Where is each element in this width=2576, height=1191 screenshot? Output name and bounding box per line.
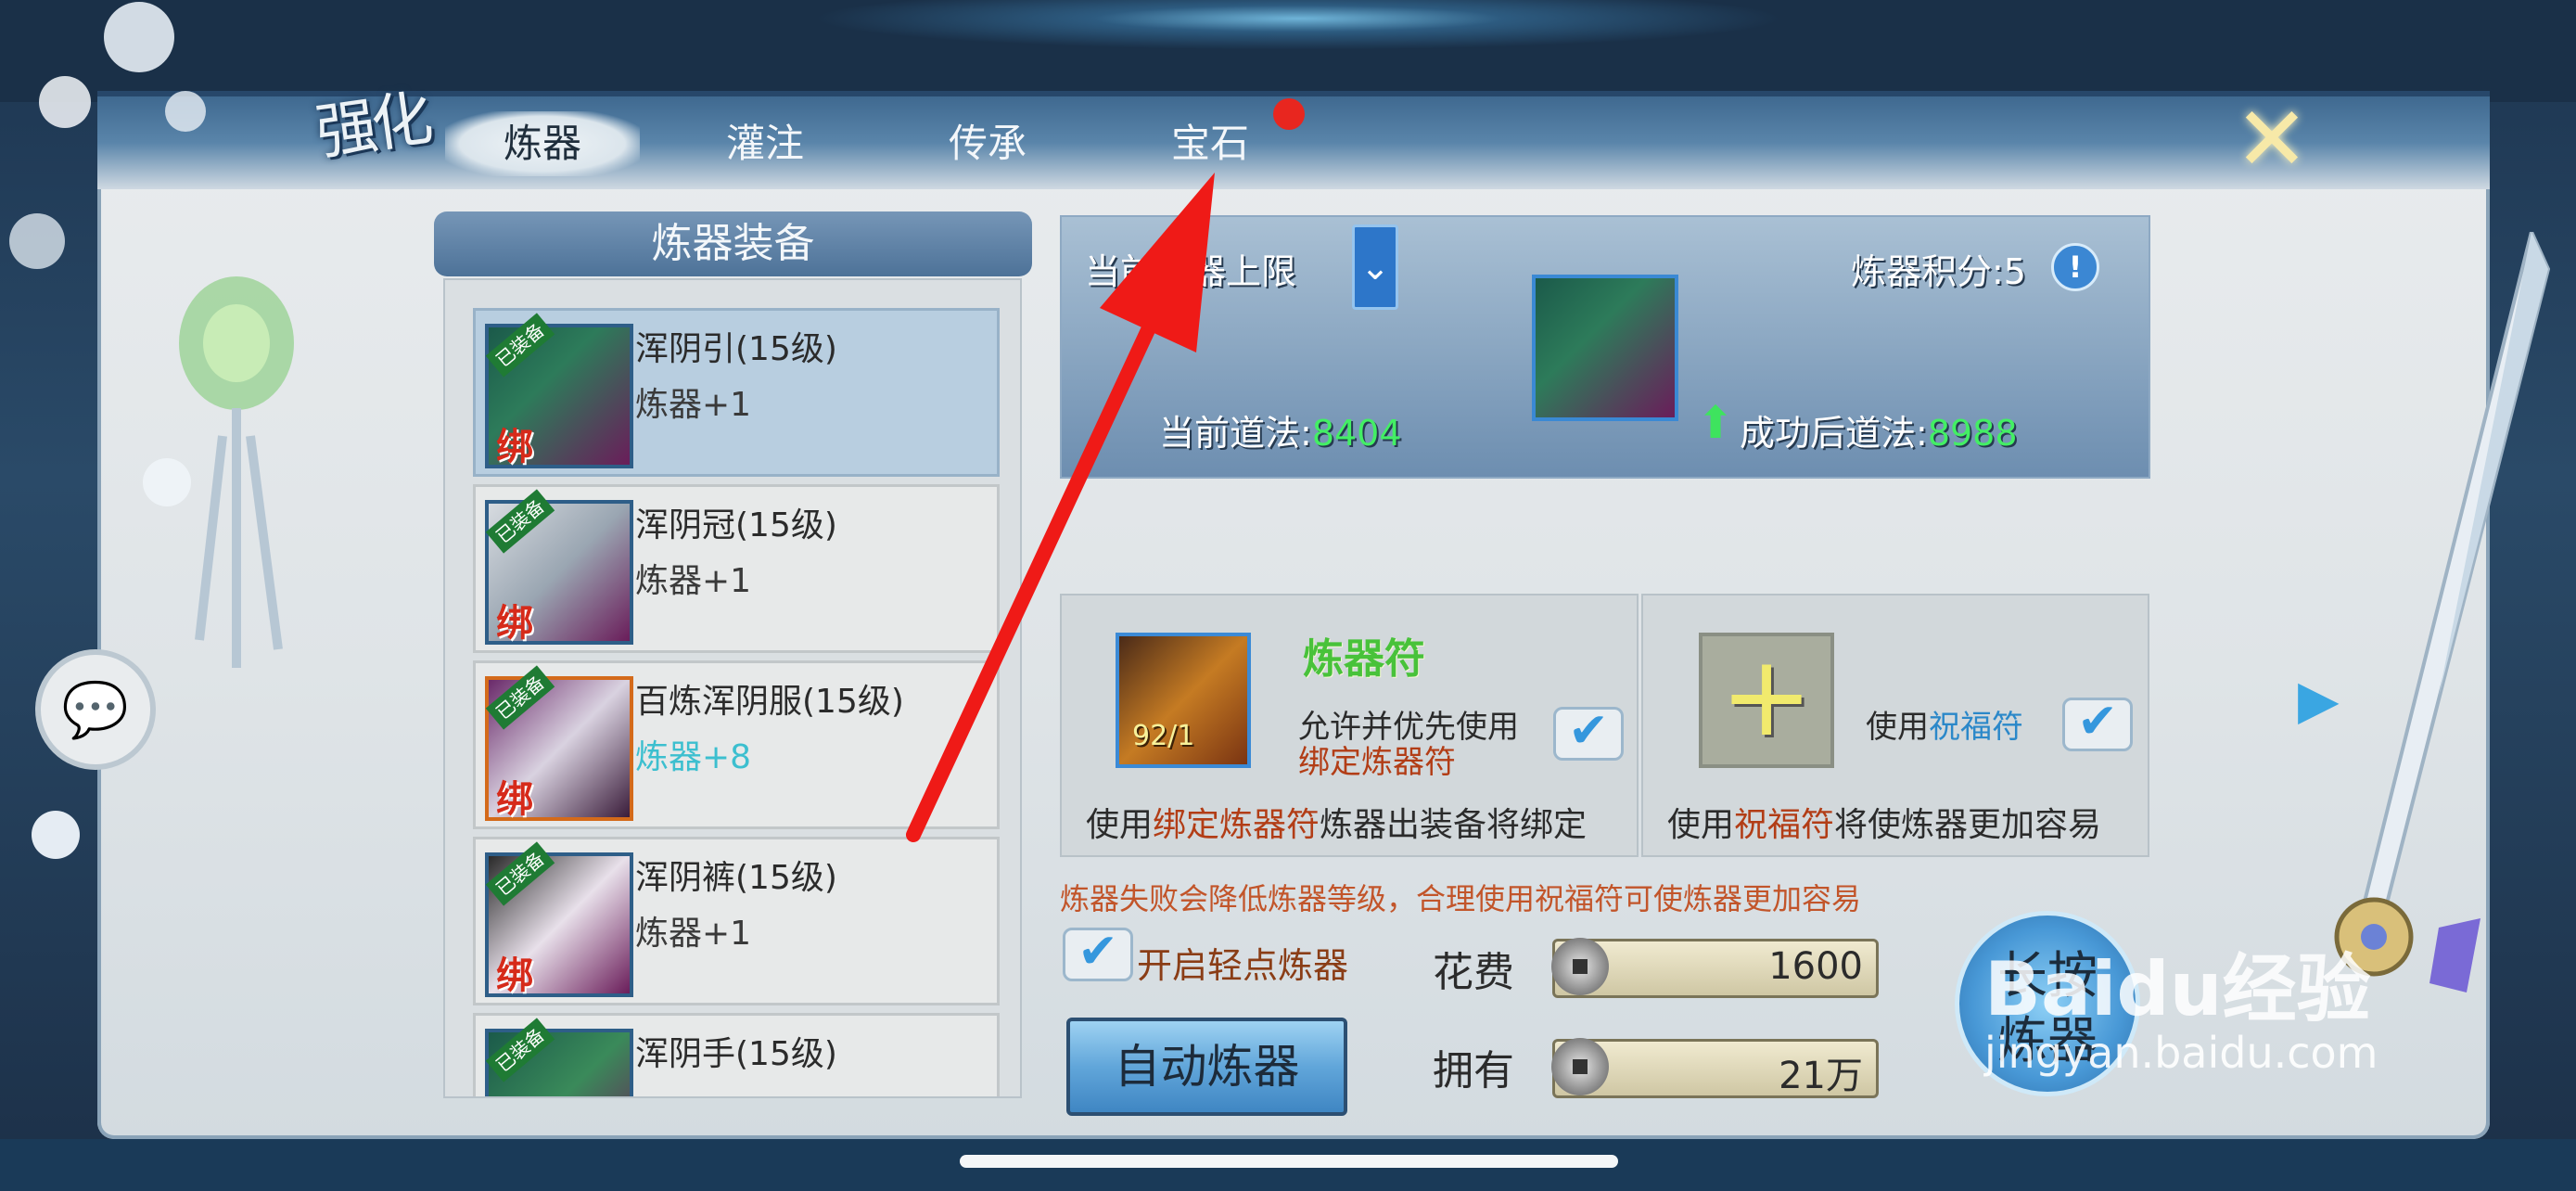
home-indicator[interactable] bbox=[960, 1155, 1618, 1168]
watermark-brand: Baidu经验 bbox=[1984, 946, 2371, 1032]
watermark-url: jingyan.baidu.com bbox=[1984, 1028, 2378, 1078]
